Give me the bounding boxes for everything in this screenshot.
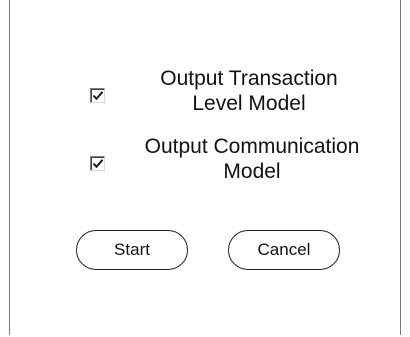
cancel-button[interactable]: Cancel — [228, 230, 340, 270]
output-communication-model-checkbox[interactable] — [90, 156, 105, 171]
output-communication-model-label: Output Communication Model — [144, 135, 360, 183]
checkmark-icon — [92, 91, 104, 101]
output-transaction-level-model-checkbox[interactable] — [90, 88, 105, 103]
start-button[interactable]: Start — [76, 230, 188, 270]
output-transaction-level-model-label: Output Transaction Level Model — [160, 67, 338, 115]
output-communication-model-option[interactable]: Output Communication Model — [86, 134, 396, 190]
checkmark-icon — [92, 159, 104, 169]
output-transaction-level-model-option[interactable]: Output Transaction Level Model — [86, 66, 386, 122]
